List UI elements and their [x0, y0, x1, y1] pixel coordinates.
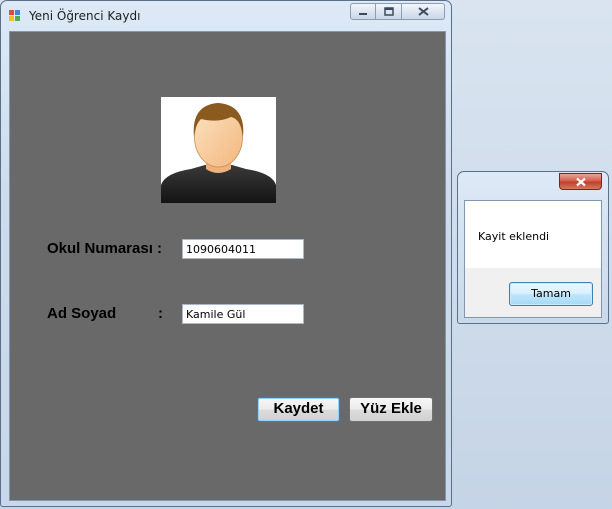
message-body: Kayit eklendi Tamam: [464, 200, 602, 318]
add-face-button[interactable]: Yüz Ekle: [349, 397, 433, 422]
maximize-button[interactable]: [376, 3, 402, 20]
close-icon: [575, 177, 586, 186]
window-title: Yeni Öğrenci Kaydı: [29, 9, 141, 23]
photo-box[interactable]: [161, 97, 276, 203]
form-client-area: Okul Numarası : 1090604011 Ad Soyad : Ka…: [9, 31, 446, 501]
main-window: Yeni Öğrenci Kaydı Okul Numarası: 10906…: [0, 0, 452, 507]
name-label-colon: :: [158, 305, 163, 322]
close-button[interactable]: [402, 3, 445, 20]
minimize-button[interactable]: [350, 3, 376, 20]
student-number-label: Okul Numarası :: [47, 240, 163, 257]
title-bar[interactable]: Yeni Öğrenci Kaydı: [1, 1, 451, 29]
ok-button[interactable]: Tamam: [509, 282, 593, 306]
message-close-button[interactable]: [559, 173, 602, 190]
caption-buttons: [350, 3, 445, 21]
message-box-window: Kayit eklendi Tamam: [457, 171, 609, 324]
student-number-input[interactable]: 1090604011: [182, 239, 304, 259]
name-label: Ad Soyad: [47, 305, 117, 322]
name-input[interactable]: Kamile Gül: [182, 304, 304, 324]
save-button[interactable]: Kaydet: [257, 397, 340, 422]
close-icon: [417, 7, 429, 16]
app-icon: [9, 10, 20, 21]
maximize-icon: [383, 7, 394, 16]
minimize-icon: [359, 12, 367, 15]
user-avatar-icon: [161, 103, 276, 203]
message-text: Kayit eklendi: [478, 230, 550, 243]
